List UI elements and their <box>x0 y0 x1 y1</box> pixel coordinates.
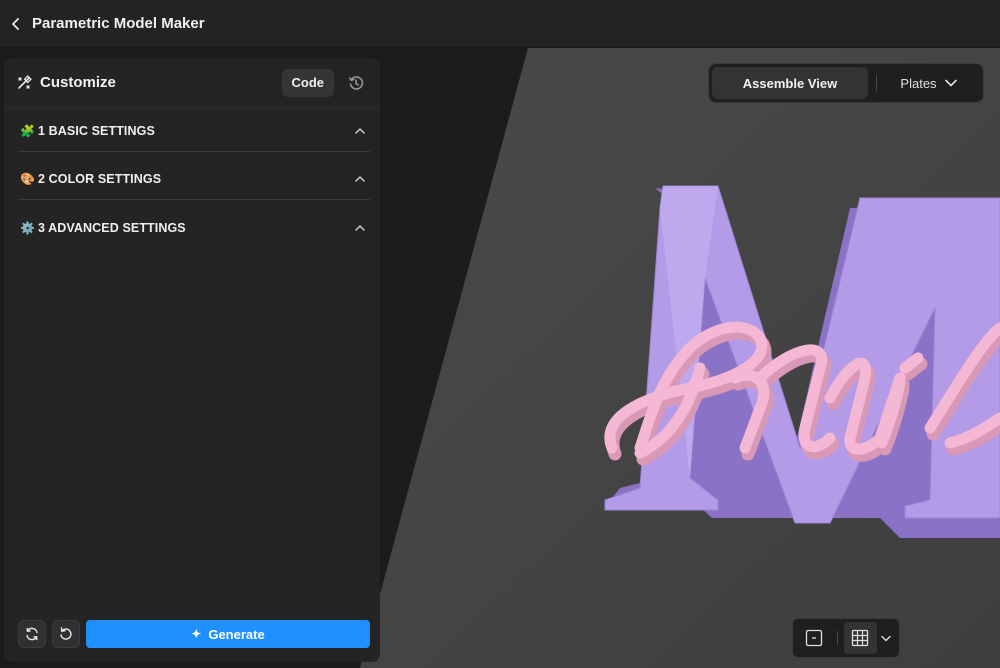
panel-title: Customize <box>40 74 116 91</box>
chevron-up-icon <box>355 175 365 182</box>
refresh-icon <box>26 627 38 641</box>
view-toggle: Assemble View Plates <box>708 63 984 103</box>
history-button[interactable] <box>344 71 368 95</box>
reset-button[interactable] <box>52 620 80 648</box>
code-button[interactable]: Code <box>281 68 334 97</box>
plates-label: Plates <box>900 75 937 91</box>
generate-label: Generate <box>208 626 265 642</box>
back-button[interactable] <box>0 0 32 48</box>
chevron-up-icon <box>355 127 365 134</box>
generate-button[interactable]: ✦ Generate <box>86 620 370 648</box>
history-icon <box>349 75 364 90</box>
grid-options-dropdown[interactable] <box>877 622 895 654</box>
plates-dropdown[interactable]: Plates <box>877 76 980 91</box>
section-advanced-settings[interactable]: ⚙️ 3 ADVANCED SETTINGS <box>18 207 370 249</box>
sparkle-icon: ✦ <box>191 627 202 641</box>
assemble-view-button[interactable]: Assemble View <box>712 67 868 99</box>
chevron-down-icon <box>944 79 957 87</box>
customize-panel: Customize Code 🧩 1 BASIC SETTINGS 🎨 2 CO… <box>4 58 380 662</box>
palette-icon: 🎨 <box>20 171 35 186</box>
panel-footer: ✦ Generate <box>18 620 370 648</box>
viewport-toolbar <box>792 618 900 658</box>
zoom-out-button[interactable] <box>797 622 831 654</box>
magic-wand-icon <box>18 74 32 89</box>
puzzle-icon: 🧩 <box>20 123 35 138</box>
gear-icon: ⚙️ <box>20 221 35 235</box>
section-basic-settings[interactable]: 🧩 1 BASIC SETTINGS <box>18 110 370 152</box>
chevron-up-icon <box>355 225 365 231</box>
top-bar: Parametric Model Maker <box>0 0 1000 48</box>
toolbar-divider <box>836 631 838 645</box>
section-color-settings[interactable]: 🎨 2 COLOR SETTINGS <box>18 158 370 200</box>
section-label: 3 ADVANCED SETTINGS <box>38 221 186 235</box>
section-label: 1 BASIC SETTINGS <box>38 123 155 138</box>
chevron-down-icon <box>881 635 891 641</box>
panel-header: Customize Code <box>4 58 380 108</box>
chevron-left-icon <box>12 17 19 30</box>
grid-icon <box>852 629 869 647</box>
undo-icon <box>60 627 72 640</box>
section-label: 2 COLOR SETTINGS <box>38 171 162 186</box>
minus-square-icon <box>805 629 822 647</box>
app-title: Parametric Model Maker <box>32 15 205 32</box>
grid-toggle-button[interactable] <box>843 622 878 654</box>
refresh-button[interactable] <box>18 620 46 648</box>
